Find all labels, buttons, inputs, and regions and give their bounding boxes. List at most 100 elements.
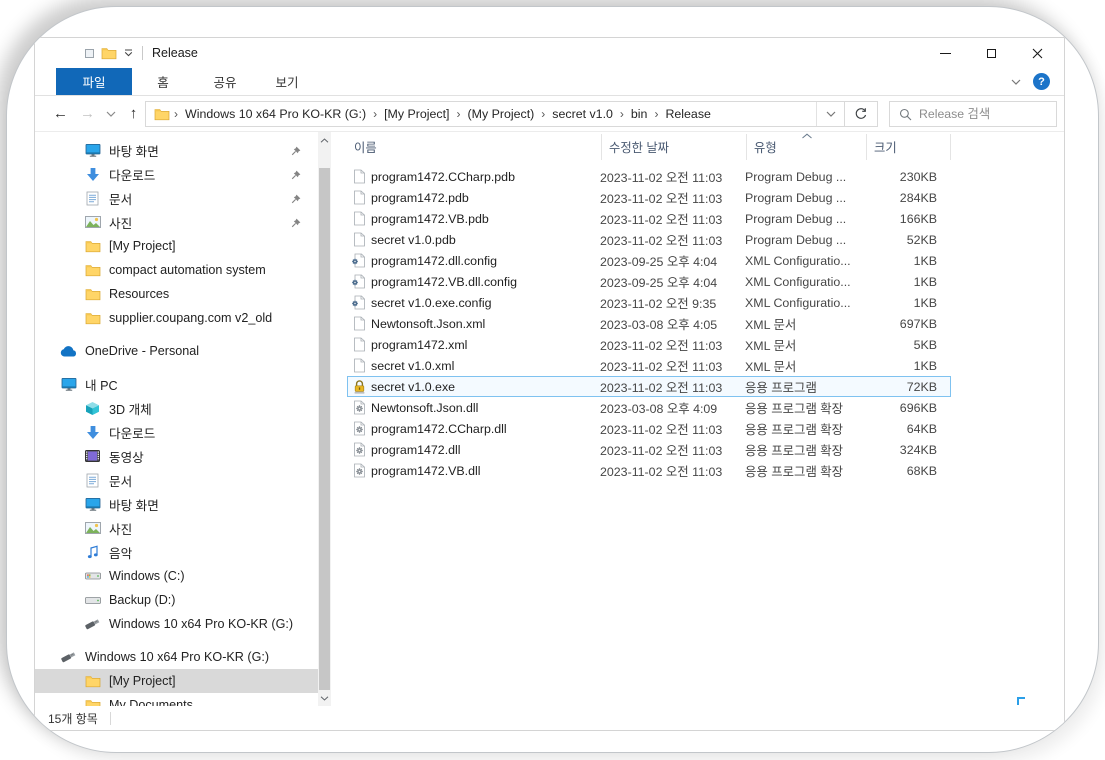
close-button[interactable] <box>1014 38 1060 68</box>
file-row[interactable]: program1472.xml2023-11-02 오전 11:03XML 문서… <box>347 334 951 355</box>
sidebar-item[interactable]: Resources <box>35 282 318 306</box>
file-date: 2023-11-02 오전 11:03 <box>600 231 745 249</box>
sidebar-item[interactable]: Backup (D:) <box>35 588 318 612</box>
sidebar-item[interactable]: 바탕 화면 <box>35 138 318 162</box>
window-title: Release <box>152 46 198 60</box>
file-row[interactable]: secret v1.0.xml2023-11-02 오전 11:03XML 문서… <box>347 355 951 376</box>
refresh-button[interactable] <box>844 101 878 127</box>
file-row[interactable]: program1472.dll2023-11-02 오전 11:03응용 프로그… <box>347 439 951 460</box>
sidebar-item[interactable]: 사진 <box>35 516 318 540</box>
file-row[interactable]: program1472.pdb2023-11-02 오전 11:03Progra… <box>347 187 951 208</box>
up-button[interactable]: ↑ <box>120 105 147 122</box>
sidebar-item-label: 내 PC <box>85 375 118 394</box>
sidebar-item[interactable]: 다운로드 <box>35 420 318 444</box>
tab-home[interactable]: 홈 <box>132 68 194 95</box>
column-header-label: 수정한 날짜 <box>609 138 669 156</box>
file-row[interactable]: program1472.CCharp.dll2023-11-02 오전 11:0… <box>347 418 951 439</box>
breadcrumb-item[interactable]: [My Project] <box>381 107 452 121</box>
file-row[interactable]: secret v1.0.exe2023-11-02 오전 11:03응용 프로그… <box>347 376 951 397</box>
breadcrumb-item[interactable]: secret v1.0 <box>549 107 616 121</box>
sidebar-item[interactable]: 사진 <box>35 210 318 234</box>
breadcrumb-item[interactable]: bin <box>628 107 651 121</box>
breadcrumb: ›Windows 10 x64 Pro KO-KR (G:)›[My Proje… <box>146 107 816 121</box>
sidebar-item[interactable]: compact automation system <box>35 258 318 282</box>
folder-icon <box>83 311 102 325</box>
tab-share[interactable]: 공유 <box>194 68 256 95</box>
sidebar-item[interactable]: 바탕 화면 <box>35 492 318 516</box>
maximize-button[interactable] <box>968 38 1014 68</box>
file-name: Newtonsoft.Json.xml <box>371 317 600 331</box>
search-input[interactable] <box>919 107 1056 121</box>
file-icon <box>347 337 371 352</box>
file-row[interactable]: program1472.VB.pdb2023-11-02 오전 11:03Pro… <box>347 208 951 229</box>
file-type: Program Debug ... <box>745 212 865 226</box>
sidebar-item[interactable]: Windows 10 x64 Pro KO-KR (G:) <box>35 645 318 669</box>
file-row[interactable]: secret v1.0.exe.config2023-11-02 오전 9:35… <box>347 292 951 313</box>
file-row[interactable]: program1472.CCharp.pdb2023-11-02 오전 11:0… <box>347 166 951 187</box>
main-area: 바탕 화면다운로드문서사진[My Project]compact automat… <box>35 132 1064 706</box>
minimize-icon <box>940 53 951 54</box>
sidebar-item[interactable]: Windows (C:) <box>35 564 318 588</box>
download-icon <box>83 425 102 440</box>
file-type: XML 문서 <box>745 336 865 354</box>
sidebar-item[interactable]: 동영상 <box>35 444 318 468</box>
forward-button[interactable]: → <box>74 105 101 122</box>
scrollbar-thumb[interactable] <box>319 168 330 690</box>
recent-locations-icon[interactable] <box>101 111 120 117</box>
file-row[interactable]: program1472.dll.config2023-09-25 오후 4:04… <box>347 250 951 271</box>
cloud-icon <box>59 346 78 357</box>
file-size: 697KB <box>865 317 949 331</box>
minimize-button[interactable] <box>922 38 968 68</box>
quick-access-dropdown-icon[interactable] <box>124 49 133 57</box>
sidebar-item[interactable]: My Documents <box>35 693 318 706</box>
tab-file[interactable]: 파일 <box>56 68 132 95</box>
sidebar-scrollbar[interactable] <box>318 132 331 706</box>
ribbon-collapse-icon[interactable] <box>1011 79 1021 85</box>
sidebar-item[interactable]: supplier.coupang.com v2_old <box>35 306 318 330</box>
sidebar-item-label: 문서 <box>109 471 132 490</box>
breadcrumb-item[interactable]: Release <box>662 107 713 121</box>
title-divider <box>142 46 143 60</box>
sidebar-item[interactable]: [My Project] <box>35 234 318 258</box>
column-header[interactable]: 유형 <box>747 134 867 160</box>
file-row[interactable]: program1472.VB.dll.config2023-09-25 오후 4… <box>347 271 951 292</box>
file-row[interactable]: Newtonsoft.Json.xml2023-03-08 오후 4:05XML… <box>347 313 951 334</box>
breadcrumb-item[interactable]: Windows 10 x64 Pro KO-KR (G:) <box>182 107 369 121</box>
sidebar-item-label: supplier.coupang.com v2_old <box>109 311 272 325</box>
item-count: 15개 항목 <box>48 710 98 727</box>
scroll-down-icon[interactable] <box>318 691 331 705</box>
dll-icon <box>347 400 371 415</box>
sidebar-item[interactable]: OneDrive - Personal <box>35 339 318 363</box>
sidebar-item[interactable]: 내 PC <box>35 372 318 396</box>
column-header[interactable]: 수정한 날짜 <box>602 134 747 160</box>
column-header[interactable]: 이름 <box>347 134 602 160</box>
file-date: 2023-09-25 오후 4:04 <box>600 252 745 270</box>
sort-ascending-icon <box>801 133 813 139</box>
file-name: secret v1.0.pdb <box>371 233 600 247</box>
tab-view[interactable]: 보기 <box>256 68 318 95</box>
address-dropdown-icon[interactable] <box>816 102 844 126</box>
breadcrumb-separator: › <box>170 107 182 121</box>
file-row[interactable]: Newtonsoft.Json.dll2023-03-08 오후 4:09응용 … <box>347 397 951 418</box>
sidebar-item[interactable]: 문서 <box>35 468 318 492</box>
sidebar-item[interactable]: 3D 개체 <box>35 396 318 420</box>
file-row[interactable]: secret v1.0.pdb2023-11-02 오전 11:03Progra… <box>347 229 951 250</box>
file-size: 696KB <box>865 401 949 415</box>
sidebar-item-label: 문서 <box>109 189 132 208</box>
back-button[interactable]: ← <box>47 105 74 122</box>
sidebar-item[interactable]: [My Project] <box>35 669 318 693</box>
help-button[interactable]: ? <box>1033 73 1050 90</box>
desktop-icon <box>83 143 102 157</box>
column-header[interactable]: 크기 <box>867 134 951 160</box>
folder-icon <box>83 287 102 301</box>
sidebar-item[interactable]: 음악 <box>35 540 318 564</box>
breadcrumb-item[interactable]: (My Project) <box>465 107 538 121</box>
file-type: XML Configuratio... <box>745 254 865 268</box>
sidebar-item[interactable]: 문서 <box>35 186 318 210</box>
file-row[interactable]: program1472.VB.dll2023-11-02 오전 11:03응용 … <box>347 460 951 481</box>
search-box[interactable] <box>889 101 1057 127</box>
scroll-up-icon[interactable] <box>318 133 331 147</box>
sidebar-item[interactable]: 다운로드 <box>35 162 318 186</box>
sidebar-item[interactable]: Windows 10 x64 Pro KO-KR (G:) <box>35 612 318 636</box>
address-box[interactable]: ›Windows 10 x64 Pro KO-KR (G:)›[My Proje… <box>145 101 845 127</box>
